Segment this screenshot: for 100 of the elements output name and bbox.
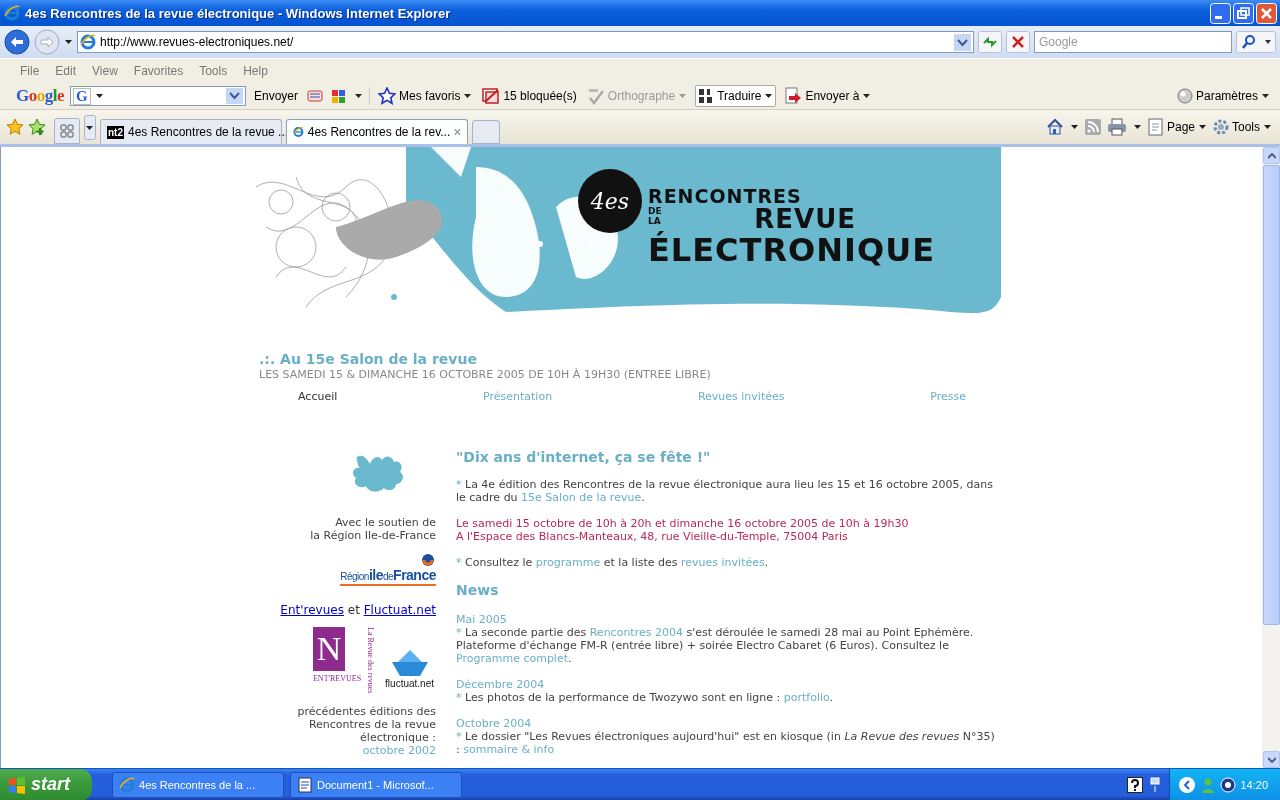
news-date: Octobre 2004 [456,717,533,730]
link[interactable]: Programme complet [456,652,568,665]
google-search-field[interactable]: G [70,86,246,106]
search-button[interactable] [1236,31,1276,53]
paragraph: * La 4e édition des Rencontres de la revue électronique aura lieu les 15 et 16 octobre 2005, dans le cadre du 15e Salon de la revue. [456,478,994,504]
dropdown-caret-icon [463,92,473,100]
paper-boat-icon [389,648,430,678]
close-button[interactable] [1256,2,1277,24]
dropdown-caret-icon [94,92,104,100]
favorites-star-icon[interactable] [6,118,24,136]
start-button[interactable]: start [0,768,92,800]
dropdown-caret-icon [1261,92,1270,100]
dropdown-caret-icon [1263,123,1272,131]
link[interactable]: revues invitées [681,556,765,569]
dropdown-caret-icon[interactable] [64,38,73,46]
browser-tab[interactable]: 4es Rencontres de la rev... [286,119,468,144]
scroll-up-button[interactable] [1263,147,1280,164]
banner-title-text: RENCONTRES [648,187,803,206]
link[interactable]: sommaire & info [463,743,555,756]
popup-blocker-icon [482,88,501,104]
scroll-down-button[interactable] [1263,751,1280,768]
dropdown-caret-icon[interactable] [1069,123,1079,131]
nav-link[interactable]: Revues invitées [697,390,785,403]
settings-icon [1176,88,1193,104]
event-dates: LES SAMEDI 15 & DIMANCHE 16 OCTOBRE 2005 DE 10H À 19H30 (ENTREE LIBRE) [259,368,712,381]
toolbar-button[interactable]: Traduire [695,85,777,107]
spellcheck-icon [586,87,605,105]
link[interactable]: Rencontres 2004 [589,626,683,639]
dropdown-caret-icon [1198,123,1207,131]
refresh-button[interactable] [978,31,1002,53]
taskbar-button[interactable]: Document1 - Microsof... [290,771,462,798]
banner-title-text: DE LA [648,206,663,228]
paragraph: * Consultez le programme et la liste des revues invitées. [456,556,770,569]
banner-title-text: REVUE [754,206,857,232]
stop-button[interactable] [1006,31,1030,53]
partner-link[interactable]: Fluctuat.net [363,603,436,617]
close-icon[interactable] [454,127,461,137]
partner-link[interactable]: Ent'revues [280,603,344,617]
dropdown-caret-icon [862,92,872,100]
link[interactable]: portfolio [783,691,830,704]
event-info: Le samedi 15 octobre de 10h à 20h et dimanche 16 octobre 2005 de 10h à 19h30 A l'Espace des Blancs-Manteaux, 48, rue Vieille-du-Temple, 75004 Paris [456,517,910,543]
address-field[interactable]: http://www.revues-electroniques.net/ [77,31,974,53]
window-title: 4es Rencontres de la revue électronique - Windows Internet Explorer [25,5,452,21]
home-icon[interactable] [1045,118,1064,136]
star-icon [378,87,397,105]
menu-item[interactable]: Favorites [133,64,184,78]
news-text: * La seconde partie des Rencontres 2004 s'est déroulée le samedi 28 mai au Point Ephémère. Plateforme d'échange FM-R (entrée libre) + soirée Electro Cabaret (6 Euros). Consultez le Programme complet. [456,626,975,665]
dropdown-caret-icon [678,92,688,100]
print-icon[interactable] [1106,118,1127,136]
conjunction-text: et [346,603,361,617]
menu-item[interactable]: Help [243,64,268,78]
taskbar-button[interactable]: 4es Rencontres de la ... [112,771,284,798]
previous-editions-text: précédentes éditions des Rencontres de la revue électronique : [296,705,436,744]
link[interactable]: programme [535,556,601,569]
toolbar-button[interactable]: Envoyer à [782,85,874,107]
google-logo[interactable]: Google [16,86,64,106]
menu-item[interactable]: File [20,64,40,78]
menu-item[interactable]: Edit [55,64,77,78]
document-icon [297,776,313,793]
ie-icon [293,124,304,140]
dropdown-caret-icon[interactable] [1132,123,1142,131]
grid-icon [60,124,74,138]
dropdown-button[interactable] [226,88,243,104]
menu-item[interactable]: Tools [199,64,228,78]
back-button[interactable] [4,29,30,55]
page-icon [1147,118,1164,136]
nav-link[interactable]: Presse [930,390,966,403]
nav-link[interactable]: Présentation [483,390,553,403]
send-button[interactable]: Envoyer [252,87,301,105]
add-favorite-icon[interactable] [28,118,46,136]
scroll-thumb[interactable] [1263,165,1280,625]
bookmark-icon[interactable] [306,88,325,104]
fluctuat-logo[interactable]: fluctuat.net [385,648,434,689]
tools-menu-button[interactable]: Tools [1213,119,1272,135]
toolbar-button[interactable]: 15 bloquée(s) [480,86,579,106]
toolbar-button[interactable]: Mes favoris [376,85,475,107]
edition-link[interactable]: octobre 2002 [362,744,436,757]
windows-flag-icon [8,775,26,794]
dropdown-caret-icon [764,92,774,100]
minimize-button[interactable] [1210,2,1231,24]
quick-tabs-button[interactable] [54,118,80,144]
settings-button[interactable]: Paramètres [1174,86,1272,106]
section-heading: .:. Au 15e Salon de la revue [259,351,478,368]
search-field[interactable]: Google [1034,31,1232,53]
restore-button[interactable] [1233,2,1254,24]
scrollbar[interactable] [1262,147,1280,768]
dropdown-button[interactable] [954,33,971,51]
region-logo: RégioniledeFrance [340,568,436,586]
tab-list-button[interactable] [84,114,96,140]
news-date: Décembre 2004 [456,678,546,691]
ie-icon [4,5,20,21]
help-icon[interactable] [1127,776,1144,793]
support-text: Avec le soutien de la Région Ile-de-France [310,516,436,542]
menu-item[interactable]: View [92,64,118,78]
news-text: * Les photos de la performance de Twozywo sont en ligne : portfolio. [456,691,835,704]
clock: 14:20 [1240,778,1268,791]
dropdown-caret-icon[interactable] [354,92,364,100]
page-menu-button[interactable]: Page [1147,118,1207,136]
circle-icon[interactable] [1220,776,1237,793]
nav-link[interactable]: Accueil [298,390,338,403]
